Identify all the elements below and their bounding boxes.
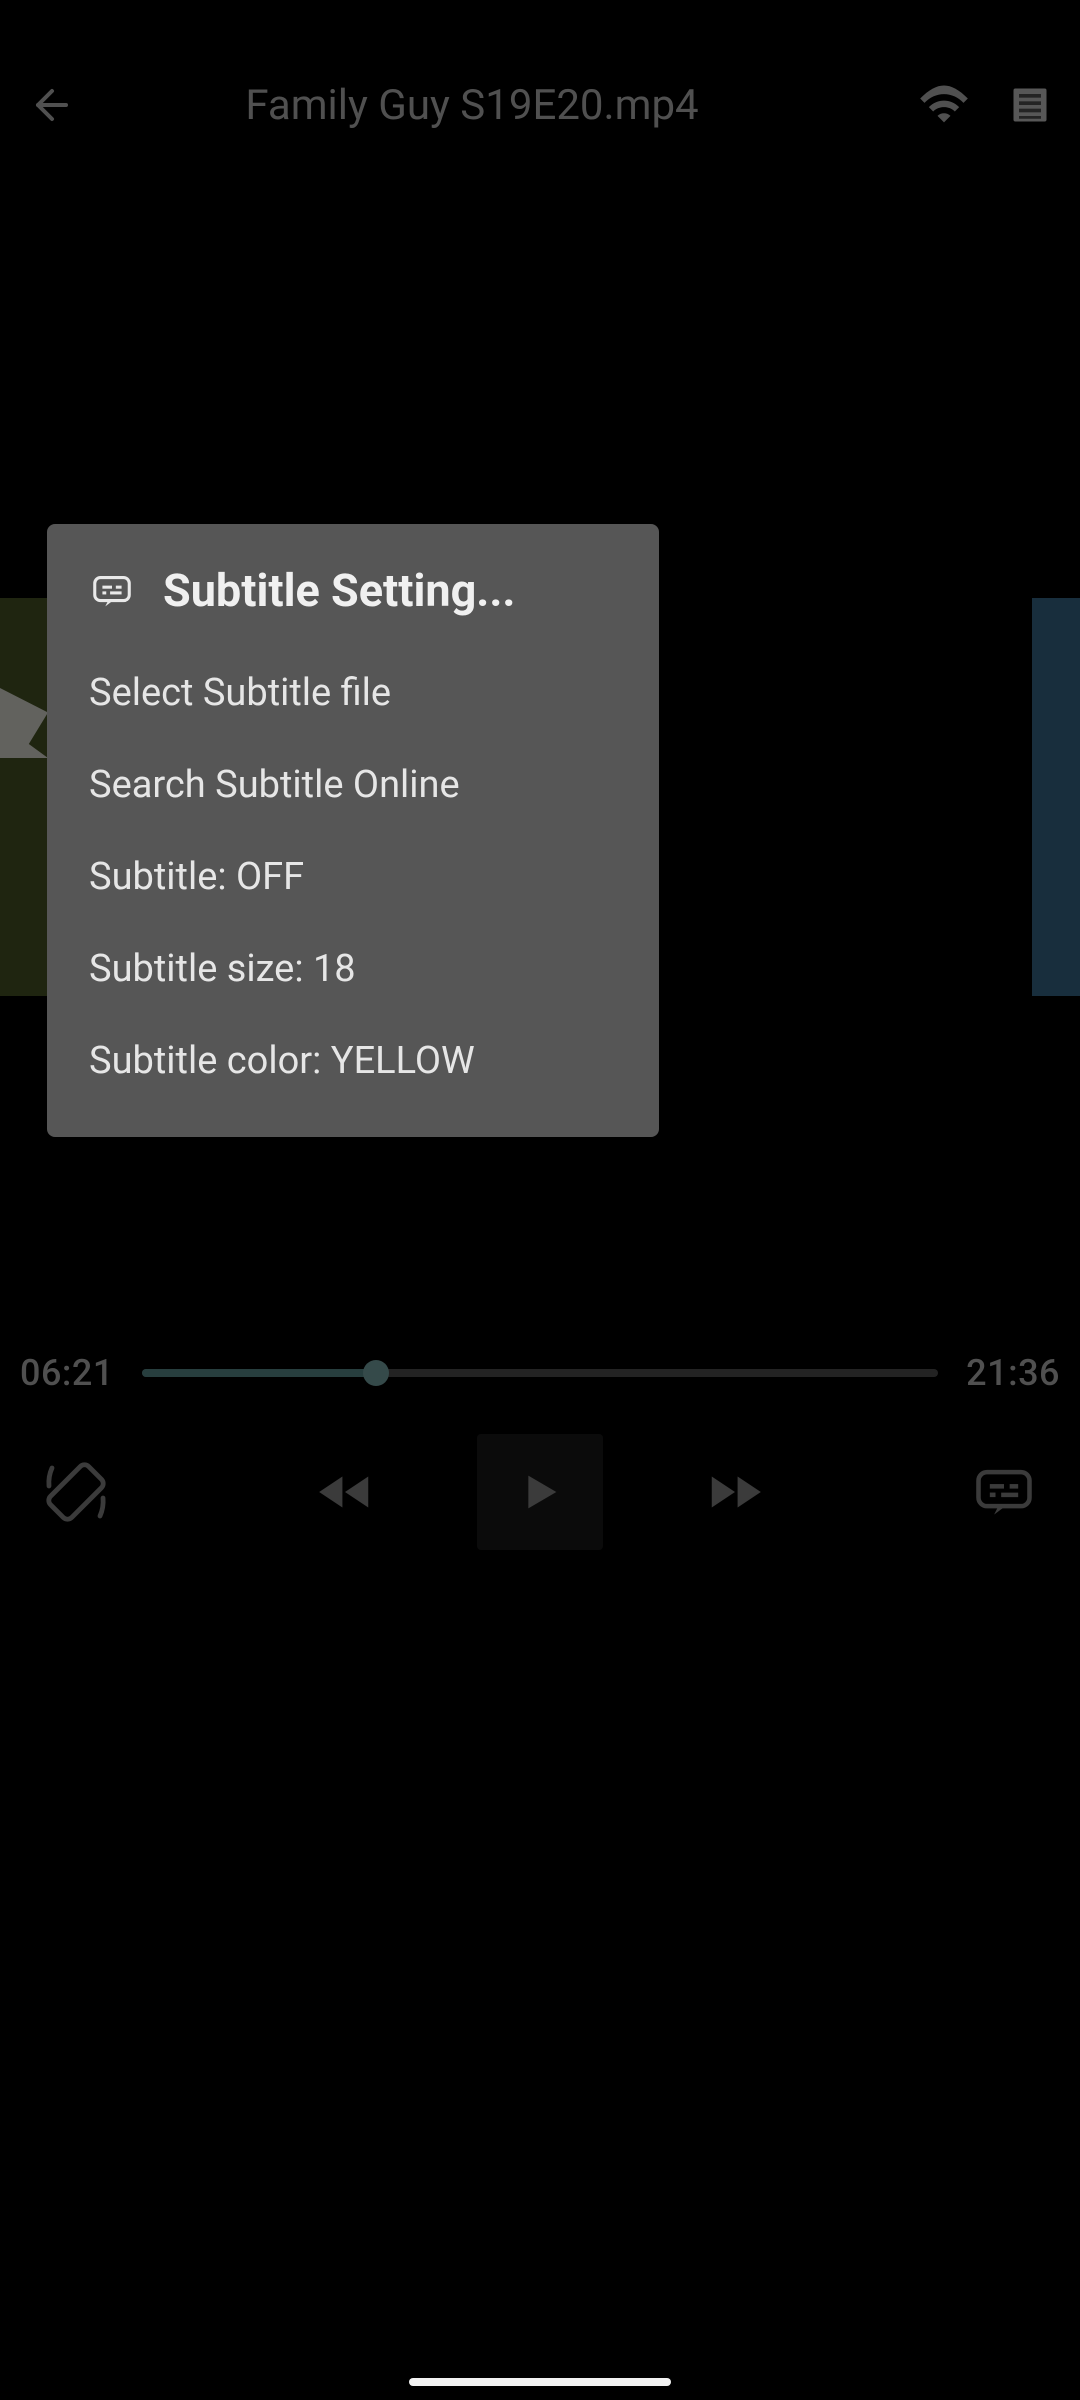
dialog-title: Subtitle Setting... [163,564,515,617]
subtitle-color-item[interactable]: Subtitle color: YELLOW [47,1015,659,1107]
home-indicator[interactable] [409,2378,671,2386]
subtitle-settings-dialog: Subtitle Setting... Select Subtitle file… [47,524,659,1137]
subtitle-toggle-item[interactable]: Subtitle: OFF [47,831,659,923]
modal-scrim[interactable] [0,0,1080,2400]
search-subtitle-online-item[interactable]: Search Subtitle Online [47,739,659,831]
select-subtitle-file-item[interactable]: Select Subtitle file [47,647,659,739]
subtitle-size-item[interactable]: Subtitle size: 18 [47,923,659,1015]
subtitle-icon [89,568,135,614]
